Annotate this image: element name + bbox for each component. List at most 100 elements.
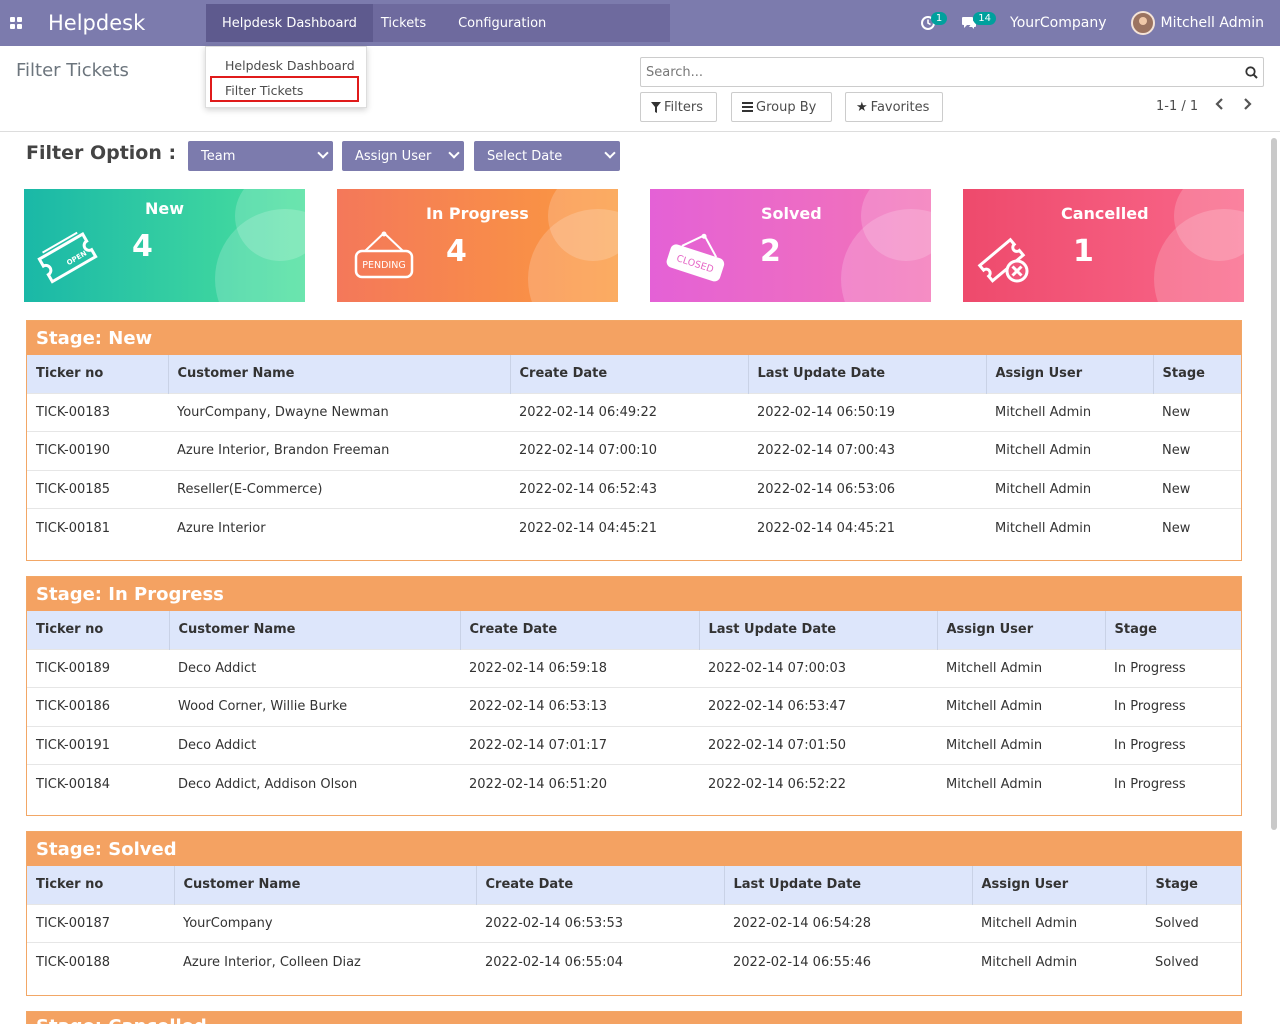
assign-user: Mitchell Admin (986, 392, 1153, 432)
stage: Solved (1146, 942, 1241, 982)
table-row[interactable]: TICK-00185 Reseller(E-Commerce) 2022-02-… (27, 469, 1241, 509)
card-solved[interactable]: Solved 2 CLOSED (650, 189, 931, 302)
card-cancelled[interactable]: Cancelled 1 (963, 189, 1244, 302)
stage: New (1153, 392, 1241, 432)
stage-new-section: Stage: New Ticker no Customer Name Creat… (26, 320, 1242, 561)
table-row[interactable]: TICK-00187 YourCompany 2022-02-14 06:53:… (27, 903, 1241, 943)
create-date: 2022-02-14 07:00:10 (510, 431, 748, 471)
pager-next-icon[interactable] (1243, 96, 1253, 115)
team-select[interactable]: Team (188, 141, 333, 171)
search-input[interactable] (641, 64, 1239, 80)
page-scrollbar[interactable] (1271, 138, 1277, 830)
ticket-number: TICK-00187 (27, 903, 174, 943)
column-header: Last Update Date (748, 355, 987, 393)
card-in-progress-icon-text: PENDING (362, 260, 405, 271)
last-update-date: 2022-02-14 07:00:03 (699, 648, 937, 688)
list-icon (742, 102, 753, 112)
select-date-select-value: Select Date (487, 148, 563, 164)
stage: In Progress (1105, 648, 1241, 688)
column-header: Create Date (510, 355, 749, 393)
create-date: 2022-02-14 07:01:17 (460, 725, 699, 765)
menu-helpdesk-dashboard[interactable]: Helpdesk Dashboard (206, 4, 373, 42)
column-header: Last Update Date (724, 866, 973, 904)
search-bar[interactable] (640, 57, 1264, 87)
ticket-number: TICK-00186 (27, 687, 169, 727)
main-menu: Helpdesk Dashboard Tickets Configuration (206, 4, 670, 42)
stage-new-table: Ticker no Customer Name Create Date Last… (27, 355, 1241, 548)
pager-value[interactable]: 1-1 / 1 (1156, 99, 1198, 114)
team-select-value: Team (201, 148, 236, 164)
navbar-systray: 1 14 YourCompany Mitchell Admin (920, 0, 1280, 46)
ticket-number: TICK-00184 (27, 764, 169, 804)
customer-name: Deco Addict (169, 648, 460, 688)
cancelled-ticket-icon (977, 237, 1029, 283)
stage: New (1153, 431, 1241, 471)
messaging-badge: 14 (973, 11, 996, 25)
customer-name: YourCompany (174, 903, 476, 943)
table-row[interactable]: TICK-00190 Azure Interior, Brandon Freem… (27, 431, 1241, 471)
assign-user-select[interactable]: Assign User (342, 141, 464, 171)
last-update-date: 2022-02-14 07:01:50 (699, 725, 937, 765)
stage: In Progress (1105, 725, 1241, 765)
dropdown-item-filter-tickets[interactable]: Filter Tickets (225, 83, 303, 98)
stage-in-progress-table: Ticker no Customer Name Create Date Last… (27, 611, 1241, 804)
ticket-number: TICK-00189 (27, 648, 169, 688)
table-row[interactable]: TICK-00188 Azure Interior, Colleen Diaz … (27, 942, 1241, 982)
column-header: Customer Name (169, 611, 461, 649)
assign-user: Mitchell Admin (986, 469, 1153, 509)
group-by-button[interactable]: Group By (731, 92, 832, 122)
customer-name: Deco Addict (169, 725, 460, 765)
create-date: 2022-02-14 06:52:43 (510, 469, 748, 509)
table-row[interactable]: TICK-00183 YourCompany, Dwayne Newman 20… (27, 392, 1241, 432)
column-header: Last Update Date (699, 611, 938, 649)
pager-previous-icon[interactable] (1214, 96, 1224, 115)
favorites-button[interactable]: ★ Favorites (845, 92, 943, 122)
column-header: Ticker no (27, 866, 175, 904)
stage-cancelled-title: Stage: Cancelled (27, 1012, 1241, 1024)
company-switcher[interactable]: YourCompany (1010, 15, 1107, 31)
create-date: 2022-02-14 04:45:21 (510, 508, 748, 548)
apps-menu-icon[interactable] (0, 0, 32, 46)
table-row[interactable]: TICK-00181 Azure Interior 2022-02-14 04:… (27, 508, 1241, 548)
column-header: Create Date (476, 866, 725, 904)
table-row[interactable]: TICK-00189 Deco Addict 2022-02-14 06:59:… (27, 648, 1241, 688)
pending-sign-icon: PENDING (354, 231, 414, 279)
table-row[interactable]: TICK-00186 Wood Corner, Willie Burke 202… (27, 687, 1241, 727)
table-row[interactable]: TICK-00184 Deco Addict, Addison Olson 20… (27, 764, 1241, 804)
filter-icon (651, 101, 661, 113)
menu-configuration[interactable]: Configuration (446, 4, 558, 42)
chevron-down-icon (448, 147, 460, 159)
dashboard-dropdown-menu: Helpdesk Dashboard Filter Tickets (205, 46, 367, 108)
stage: New (1153, 508, 1241, 548)
last-update-date: 2022-02-14 06:52:22 (699, 764, 937, 804)
card-in-progress-count: 4 (446, 234, 467, 269)
app-brand[interactable]: Helpdesk (48, 11, 145, 35)
user-menu[interactable]: Mitchell Admin (1161, 15, 1265, 31)
card-new[interactable]: New 4 OPEN (24, 189, 305, 302)
stage: In Progress (1105, 687, 1241, 727)
card-in-progress[interactable]: In Progress 4 PENDING (337, 189, 618, 302)
last-update-date: 2022-02-14 06:53:47 (699, 687, 937, 727)
select-date-select[interactable]: Select Date (474, 141, 620, 171)
search-icon[interactable] (1239, 58, 1263, 86)
stage-cancelled-section: Stage: Cancelled (26, 1011, 1242, 1024)
activity-button[interactable]: 1 (920, 11, 948, 30)
last-update-date: 2022-02-14 06:54:28 (724, 903, 972, 943)
card-in-progress-title: In Progress (426, 204, 529, 223)
column-header: Ticker no (27, 611, 170, 649)
column-header: Customer Name (168, 355, 511, 393)
table-row[interactable]: TICK-00191 Deco Addict 2022-02-14 07:01:… (27, 725, 1241, 765)
chevron-down-icon (604, 147, 616, 159)
user-avatar[interactable] (1130, 11, 1155, 35)
open-ticket-icon: OPEN (37, 231, 98, 284)
customer-name: YourCompany, Dwayne Newman (168, 392, 510, 432)
menu-tickets[interactable]: Tickets (373, 4, 446, 42)
dropdown-item-helpdesk-dashboard[interactable]: Helpdesk Dashboard (225, 58, 355, 73)
customer-name: Azure Interior (168, 508, 510, 548)
stage-new-title: Stage: New (27, 321, 1241, 355)
last-update-date: 2022-02-14 06:50:19 (748, 392, 986, 432)
closed-sign-icon: CLOSED (666, 233, 725, 282)
filters-button[interactable]: Filters (640, 92, 717, 122)
messaging-button[interactable]: 14 (961, 11, 996, 30)
column-header: Stage (1153, 355, 1241, 393)
